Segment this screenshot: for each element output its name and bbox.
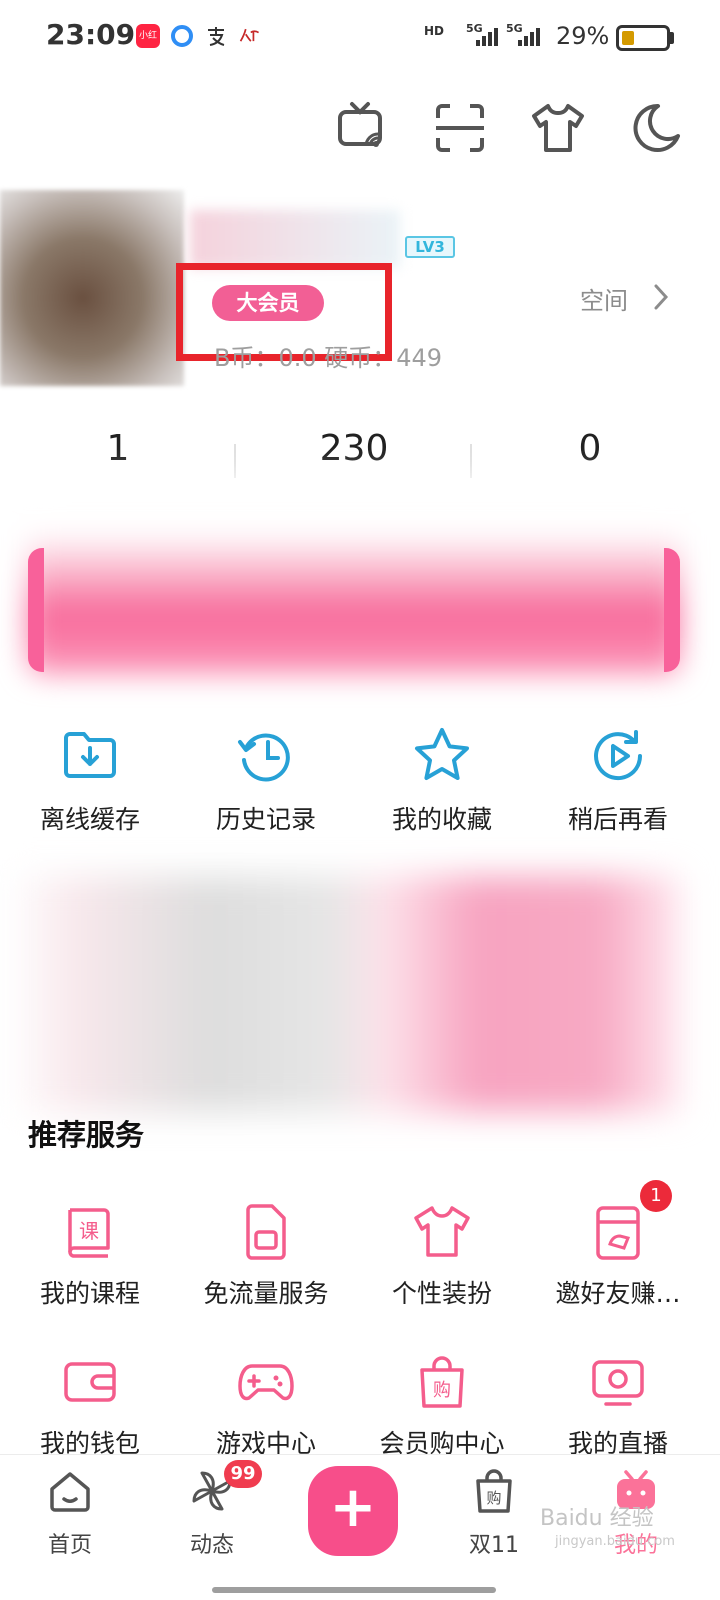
plus-icon: + <box>329 1475 377 1540</box>
quick-action-label: 稍后再看 <box>567 805 668 834</box>
notification-badge: 1 <box>640 1180 672 1212</box>
service-dress-up[interactable]: 个性装扮 <box>352 1202 532 1322</box>
quick-history[interactable]: 历史记录 <box>176 726 356 846</box>
stat-fans-count[interactable]: 0 <box>472 428 708 469</box>
gesture-home-bar[interactable] <box>212 1587 496 1593</box>
service-free-data[interactable]: 免流量服务 <box>176 1202 356 1322</box>
level-tag: LV3 <box>405 236 455 258</box>
watermark-sub: jingyan.baidu.com <box>555 1534 675 1549</box>
service-label: 邀好友赚… <box>555 1279 681 1308</box>
service-label: 免流量服务 <box>203 1279 329 1308</box>
coins-text: B币：0.0 硬币：449 <box>214 344 443 372</box>
sim-card-icon <box>246 1204 286 1260</box>
vip-banner-blurred[interactable] <box>28 478 680 674</box>
space-link[interactable]: 空间 <box>580 281 628 316</box>
service-my-course[interactable]: 课 我的课程 <box>0 1202 180 1322</box>
nav-label: 双11 <box>469 1533 519 1558</box>
course-icon: 课 <box>68 1208 110 1258</box>
quick-offline-cache[interactable]: 离线缓存 <box>0 726 180 846</box>
plus-button[interactable]: + <box>308 1466 398 1556</box>
dynamic-badge: 99 <box>224 1460 262 1488</box>
watermark: Baidu 经验 <box>540 1506 654 1531</box>
quick-watch-later[interactable]: 稍后再看 <box>528 726 708 846</box>
section-title: 推荐服务 <box>28 1118 145 1152</box>
service-label: 我的课程 <box>39 1279 140 1308</box>
banner-edge-right <box>664 548 680 672</box>
chevron-right-icon[interactable] <box>650 282 672 312</box>
theme-shirt-icon[interactable] <box>530 100 586 156</box>
offline-download-icon <box>64 732 116 778</box>
alipay-icon <box>208 27 225 46</box>
quick-action-label: 我的收藏 <box>391 805 492 834</box>
service-invite-friends[interactable]: 邀好友赚… <box>528 1202 708 1322</box>
nav-double11[interactable]: 购 双11 <box>434 1469 554 1579</box>
nav-label: 动态 <box>189 1533 234 1558</box>
tv-cast-icon[interactable] <box>334 100 390 156</box>
quick-action-label: 离线缓存 <box>39 805 140 834</box>
scan-icon[interactable] <box>432 100 488 156</box>
night-mode-icon[interactable] <box>628 100 684 156</box>
home-icon <box>50 1472 90 1512</box>
shopping-bag-icon: 购 <box>420 1356 464 1408</box>
nav-label: 首页 <box>47 1533 92 1558</box>
network-5g-1: 5G <box>466 22 483 35</box>
browser-icon <box>171 25 193 47</box>
shopping-bag-icon: 购 <box>476 1469 512 1513</box>
status-bar: 23:09 小红书 HD 5G 5G 29% <box>0 0 720 76</box>
battery-percent: 29% <box>556 22 610 50</box>
svg-text:购: 购 <box>433 1380 451 1401</box>
quick-action-label: 历史记录 <box>215 805 316 834</box>
banner-edge-left <box>28 548 44 672</box>
username-blurred <box>190 210 400 268</box>
watch-later-icon <box>594 730 643 781</box>
battery-icon <box>616 25 670 51</box>
avatar[interactable] <box>0 190 184 386</box>
live-tv-icon <box>592 1360 644 1406</box>
promo-card-blurred[interactable] <box>8 876 680 1112</box>
hd-indicator: HD <box>424 24 445 38</box>
stat-following-count[interactable]: 230 <box>236 428 472 469</box>
network-5g-2: 5G <box>506 22 523 35</box>
favorites-star-icon <box>415 728 469 780</box>
stat-dynamic-count[interactable]: 1 <box>0 428 236 469</box>
nav-home[interactable]: 首页 <box>10 1469 130 1579</box>
quick-favorites[interactable]: 我的收藏 <box>352 726 532 846</box>
people-daily-icon <box>239 28 260 42</box>
history-icon <box>238 733 290 782</box>
battery-level <box>622 31 634 45</box>
svg-text:课: 课 <box>79 1219 99 1243</box>
gamepad-icon <box>238 1364 294 1401</box>
shirt-icon <box>414 1206 470 1257</box>
battery-tip <box>670 32 674 44</box>
invite-friend-icon <box>596 1206 640 1260</box>
xiaohongshu-icon: 小红书 <box>136 24 160 65</box>
service-label: 个性装扮 <box>391 1279 492 1308</box>
wallet-icon <box>64 1362 116 1402</box>
svg-text:购: 购 <box>486 1489 501 1507</box>
status-time: 23:09 <box>46 18 136 51</box>
